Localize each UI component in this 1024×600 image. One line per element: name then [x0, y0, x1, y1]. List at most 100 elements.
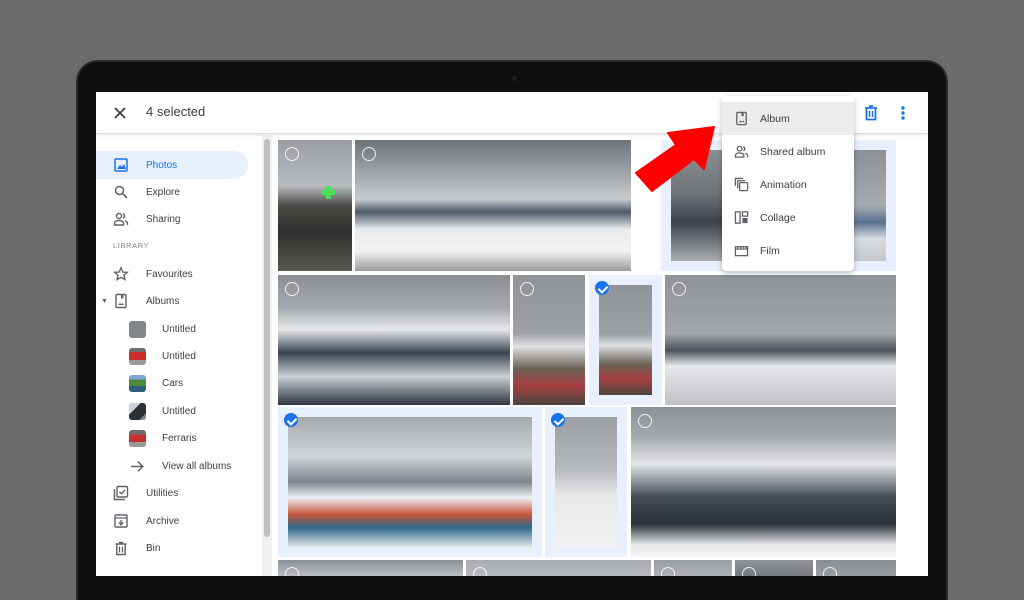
select-checkbox[interactable] [520, 282, 534, 296]
photo-tile[interactable] [466, 560, 651, 576]
album-item[interactable]: Ferraris [96, 424, 248, 452]
close-icon [114, 107, 126, 119]
google-photos-window: 4 selected Photos Explore Sharing LIBRAR… [96, 92, 928, 576]
sidebar: Photos Explore Sharing LIBRARY Favourite… [96, 135, 262, 576]
select-checkbox[interactable] [362, 147, 376, 161]
select-checkbox[interactable] [742, 567, 756, 576]
select-checkbox[interactable] [638, 414, 652, 428]
photo-tile[interactable] [631, 407, 896, 557]
album-item[interactable]: Untitled [96, 397, 248, 425]
sidebar-item-favourites[interactable]: Favourites [96, 260, 248, 288]
sidebar-item-label: Albums [146, 295, 180, 307]
album-label: Untitled [162, 405, 196, 417]
menu-item-film[interactable]: Film [722, 234, 854, 267]
pharmacy-cross [322, 186, 335, 199]
menu-item-album[interactable]: Album [722, 102, 854, 135]
sidebar-item-utilities[interactable]: Utilities [96, 479, 248, 507]
album-item[interactable]: Untitled [96, 315, 248, 343]
select-checkbox[interactable] [284, 413, 298, 427]
collage-icon [734, 211, 749, 224]
sidebar-item-label: Favourites [146, 268, 193, 280]
scrollbar-thumb[interactable] [264, 139, 270, 537]
expand-caret-icon[interactable]: ▼ [101, 298, 108, 305]
red-arrow-annotation [635, 126, 715, 192]
webcam [512, 76, 517, 81]
select-checkbox[interactable] [551, 413, 565, 427]
people-icon [734, 145, 749, 158]
album-thumbnail [129, 429, 146, 447]
photo-icon [114, 158, 128, 172]
select-checkbox[interactable] [595, 281, 609, 295]
menu-item-collage[interactable]: Collage [722, 201, 854, 234]
photo-tile[interactable] [355, 140, 631, 271]
menu-item-animation[interactable]: Animation [722, 168, 854, 201]
sidebar-item-sharing[interactable]: Sharing [96, 205, 248, 233]
album-item[interactable]: Cars [96, 369, 248, 397]
photo-tile[interactable] [654, 560, 732, 576]
photo-tile[interactable] [278, 140, 352, 271]
album-item[interactable]: Untitled [96, 342, 248, 370]
archive-icon [114, 514, 128, 528]
photo-tile[interactable] [545, 407, 627, 557]
trash-icon [865, 105, 877, 121]
album-thumbnail [129, 347, 146, 365]
close-selection-button[interactable] [110, 103, 130, 123]
select-checkbox[interactable] [285, 282, 299, 296]
view-all-albums-label: View all albums [162, 460, 232, 472]
photo-tile[interactable] [816, 560, 896, 576]
sidebar-item-label: Archive [146, 515, 180, 527]
bin-icon [115, 541, 127, 556]
more-options-button[interactable] [896, 103, 910, 123]
sidebar-item-photos[interactable]: Photos [96, 151, 248, 179]
photo-tile[interactable] [278, 407, 542, 557]
select-checkbox[interactable] [823, 567, 837, 576]
photo-tile[interactable] [278, 560, 463, 576]
album-label: Ferraris [162, 432, 197, 444]
more-vert-icon [901, 106, 905, 120]
album-icon [736, 111, 747, 126]
photo-tile[interactable] [278, 275, 510, 405]
album-label: Untitled [162, 350, 196, 362]
album-thumbnail [129, 374, 146, 392]
delete-button[interactable] [862, 103, 880, 123]
menu-item-label: Animation [760, 178, 807, 191]
menu-item-shared-album[interactable]: Shared album [722, 135, 854, 168]
menu-item-label: Shared album [760, 145, 826, 158]
photo-tile[interactable] [589, 275, 662, 405]
sidebar-item-albums[interactable]: ▼ Albums [96, 287, 248, 315]
select-checkbox[interactable] [473, 567, 487, 576]
search-icon [114, 185, 128, 199]
sidebar-item-archive[interactable]: Archive [96, 507, 248, 535]
album-label: Untitled [162, 323, 196, 335]
photo-tile[interactable] [665, 275, 896, 405]
library-section-label: LIBRARY [113, 241, 150, 250]
photo-tile[interactable] [513, 275, 585, 405]
sidebar-item-bin[interactable]: Bin [96, 534, 248, 562]
album-label: Cars [162, 377, 184, 389]
arrow-right-icon [131, 460, 144, 472]
select-checkbox[interactable] [285, 147, 299, 161]
photo-tile[interactable] [735, 560, 813, 576]
sidebar-item-label: Utilities [146, 487, 179, 499]
selection-count: 4 selected [146, 104, 206, 119]
star-icon [113, 266, 129, 282]
menu-item-label: Film [760, 244, 780, 257]
people-icon [113, 212, 129, 226]
select-checkbox[interactable] [285, 567, 299, 576]
album-thumbnail [129, 320, 146, 338]
sidebar-item-explore[interactable]: Explore [96, 178, 248, 206]
album-icon [115, 293, 127, 309]
create-menu: Album Shared album Animation Collage Fil… [722, 96, 854, 271]
sidebar-item-label: Photos [146, 159, 178, 171]
select-checkbox[interactable] [672, 282, 686, 296]
film-icon [734, 246, 749, 257]
animation-icon [734, 177, 749, 192]
sidebar-item-label: Sharing [146, 213, 181, 225]
sidebar-item-label: Explore [146, 186, 180, 198]
album-thumbnail [129, 402, 146, 420]
sidebar-scrollbar[interactable] [262, 135, 272, 576]
sidebar-item-label: Bin [146, 542, 161, 554]
select-checkbox[interactable] [661, 567, 675, 576]
view-all-albums-link[interactable]: View all albums [96, 452, 248, 480]
utilities-icon [113, 485, 129, 501]
